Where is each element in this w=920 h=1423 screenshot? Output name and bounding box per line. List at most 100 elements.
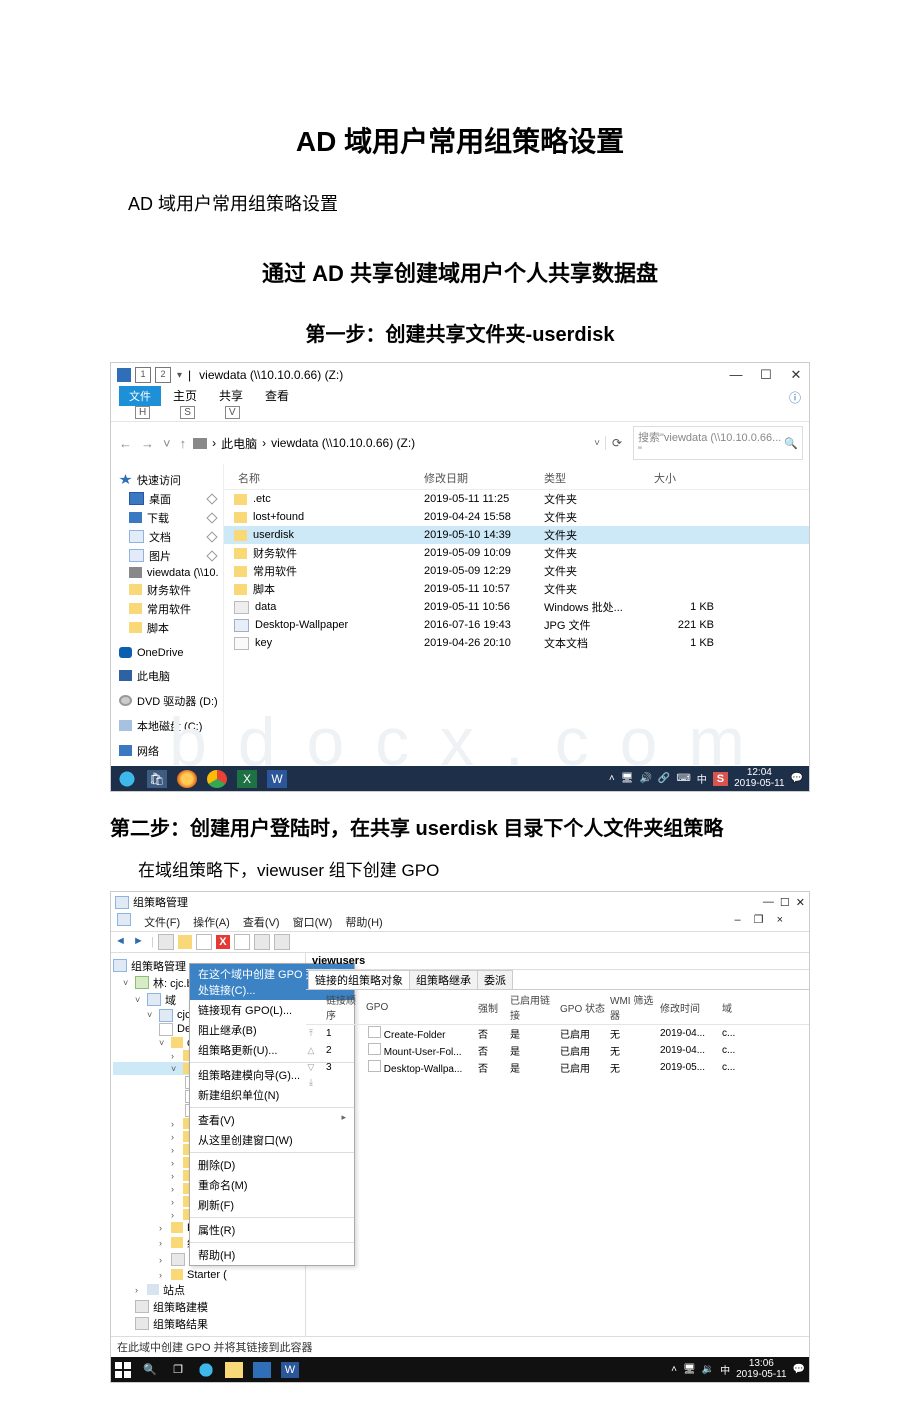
- col-gpo[interactable]: GPO: [366, 1002, 476, 1013]
- col-type[interactable]: 类型: [544, 470, 654, 486]
- crumb-drive[interactable]: viewdata (\\10.10.0.66) (Z:): [271, 436, 415, 450]
- gpo-row[interactable]: △ 2 Mount-User-Fol... 否 是 已启用 无 2019-04.…: [306, 1042, 809, 1059]
- tool-properties-icon[interactable]: [234, 934, 250, 950]
- file-row[interactable]: 常用软件2019-05-09 12:29文件夹: [224, 562, 809, 580]
- move-down-icon[interactable]: ▽: [306, 1062, 316, 1073]
- inner-min-button[interactable]: –: [734, 914, 740, 926]
- tray-sogou-icon[interactable]: S: [713, 772, 728, 786]
- refresh-button[interactable]: ⟳: [605, 436, 628, 450]
- taskbar-excel-icon[interactable]: X: [237, 770, 257, 788]
- tray-network-icon[interactable]: 🖥: [621, 773, 634, 784]
- taskbar-store-icon[interactable]: 🛍: [147, 770, 167, 788]
- file-row[interactable]: 财务软件2019-05-09 10:09文件夹: [224, 544, 809, 562]
- tool-new-icon[interactable]: [196, 934, 212, 950]
- tab-delegation[interactable]: 委派: [477, 970, 513, 989]
- menu-help[interactable]: 帮助(H): [345, 917, 382, 929]
- col-name[interactable]: 名称: [224, 470, 424, 486]
- col-wmi[interactable]: WMI 筛选器: [610, 992, 658, 1022]
- col-size[interactable]: 大小: [654, 470, 724, 486]
- gpo-row[interactable]: ⤒ 1 Create-Folder 否 是 已启用 无 2019-04... c…: [306, 1025, 809, 1042]
- col-order[interactable]: 链接顺序: [326, 992, 364, 1022]
- menu-file[interactable]: 文件(F): [144, 917, 180, 929]
- file-row[interactable]: data2019-05-11 10:56Windows 批处...1 KB: [224, 598, 809, 616]
- col-enforced[interactable]: 强制: [478, 1000, 508, 1015]
- gpmc-tree[interactable]: 组策略管理 ˅林: cjc.bns.cn ˅域 ˅cjc.bns.cn Defa…: [111, 953, 306, 1336]
- tool-show-icon[interactable]: [178, 935, 192, 949]
- tab-share[interactable]: 共享: [209, 385, 253, 406]
- taskbar-word-icon[interactable]: W: [281, 1362, 299, 1378]
- file-row[interactable]: .etc2019-05-11 11:25文件夹: [224, 490, 809, 508]
- taskbar-search-icon[interactable]: 🔍: [141, 1362, 159, 1378]
- tray-action-center-icon[interactable]: 💬: [791, 773, 803, 784]
- qat-2[interactable]: 2: [155, 367, 171, 383]
- maximize-button[interactable]: ☐: [780, 896, 790, 909]
- taskbar-chrome-icon[interactable]: [207, 770, 227, 788]
- tool-up-icon[interactable]: [158, 934, 174, 950]
- move-top-icon[interactable]: ⤒: [306, 1028, 316, 1039]
- minimize-button[interactable]: —: [763, 896, 774, 909]
- nav-recent-button[interactable]: ˅: [161, 436, 173, 451]
- nav-up-button[interactable]: ↑: [178, 436, 189, 451]
- tool-help-icon[interactable]: [274, 934, 290, 950]
- crumb-this-pc[interactable]: 此电脑: [221, 435, 257, 452]
- menu-window[interactable]: 窗口(W): [293, 917, 333, 929]
- nav-back-button[interactable]: ←: [117, 436, 134, 451]
- tray-volume-icon[interactable]: 🔊: [639, 773, 651, 784]
- file-row[interactable]: Desktop-Wallpaper2016-07-16 19:43JPG 文件2…: [224, 616, 809, 634]
- inner-close-button[interactable]: ×: [777, 914, 783, 926]
- nav-tree[interactable]: 快速访问 桌面 下载 文档 图片 viewdata (\\10.10. 财务软件…: [111, 464, 224, 766]
- tab-inheritance[interactable]: 组策略继承: [409, 970, 478, 989]
- taskbar-explorer-icon[interactable]: [225, 1362, 243, 1378]
- close-button[interactable]: ✕: [796, 896, 805, 909]
- taskbar[interactable]: 🔍 ❐ W ˄ 🖥 🔉 中 13:06 2019-05-11 💬: [111, 1357, 809, 1382]
- menubar[interactable]: 文件(F) 操作(A) 查看(V) 窗口(W) 帮助(H) – ❐ ×: [111, 912, 809, 931]
- tray-volume-icon[interactable]: 🔉: [702, 1364, 714, 1375]
- tray-up-icon[interactable]: ˄: [671, 1364, 677, 1375]
- taskbar-word-icon[interactable]: W: [267, 770, 287, 788]
- start-button[interactable]: [115, 1362, 131, 1378]
- close-button[interactable]: ✕: [789, 367, 803, 383]
- tool-forward-icon[interactable]: ►: [133, 935, 147, 949]
- col-enabled[interactable]: 已启用链接: [510, 992, 558, 1022]
- tray-clock[interactable]: 12:04 2019-05-11: [734, 768, 784, 789]
- tray-link-icon[interactable]: 🔗: [658, 773, 670, 784]
- tool-back-icon[interactable]: ◄: [115, 935, 129, 949]
- tray-keyboard-icon[interactable]: ⌨: [676, 773, 690, 784]
- taskbar-servermgr-icon[interactable]: [253, 1362, 271, 1378]
- toolbar[interactable]: ◄ ► | X: [111, 931, 809, 953]
- qat-dropdown-icon[interactable]: ▾: [175, 370, 184, 381]
- tab-view[interactable]: 查看: [255, 385, 299, 406]
- file-row[interactable]: 脚本2019-05-11 10:57文件夹: [224, 580, 809, 598]
- file-row[interactable]: lost+found2019-04-24 15:58文件夹: [224, 508, 809, 526]
- tool-delete-icon[interactable]: X: [216, 935, 230, 949]
- menu-view[interactable]: 查看(V): [243, 917, 280, 929]
- move-bottom-icon[interactable]: ⤓: [306, 1077, 316, 1088]
- col-modified[interactable]: 修改时间: [660, 1000, 720, 1015]
- tray-ime-icon[interactable]: 中: [697, 771, 707, 786]
- tray-network-icon[interactable]: 🖥: [683, 1364, 696, 1375]
- tray-clock[interactable]: 13:06 2019-05-11: [736, 1359, 786, 1380]
- tab-file[interactable]: 文件: [119, 386, 161, 406]
- file-list[interactable]: 名称 修改日期 类型 大小 .etc2019-05-11 11:25文件夹 lo…: [224, 464, 809, 766]
- address-dropdown-icon[interactable]: ˅: [594, 438, 600, 449]
- tab-home[interactable]: 主页: [163, 385, 207, 406]
- tray-up-icon[interactable]: ˄: [609, 773, 615, 784]
- taskbar[interactable]: 🛍 X W ˄ 🖥 🔊 🔗 ⌨ 中 S 12:04 2019-05-11 💬: [111, 766, 809, 791]
- file-row[interactable]: key2019-04-26 20:10文本文档1 KB: [224, 634, 809, 652]
- minimize-button[interactable]: —: [729, 367, 743, 383]
- file-row-selected[interactable]: userdisk2019-05-10 14:39文件夹: [224, 526, 809, 544]
- qat-1[interactable]: 1: [135, 367, 151, 383]
- inner-restore-button[interactable]: ❐: [754, 914, 764, 926]
- tool-refresh-icon[interactable]: [254, 934, 270, 950]
- col-status[interactable]: GPO 状态: [560, 1000, 608, 1015]
- taskbar-firefox-icon[interactable]: [177, 770, 197, 788]
- taskbar-ie-icon[interactable]: [197, 1362, 215, 1378]
- gpo-grid[interactable]: 链接顺序 GPO 强制 已启用链接 GPO 状态 WMI 筛选器 修改时间 域 …: [306, 990, 809, 1089]
- tray-action-center-icon[interactable]: 💬: [793, 1364, 805, 1375]
- search-input[interactable]: 搜索"viewdata (\\10.10.0.66... " 🔍: [633, 426, 803, 460]
- tray-ime-icon[interactable]: 中: [720, 1362, 730, 1377]
- col-domain[interactable]: 域: [722, 1000, 742, 1015]
- col-date[interactable]: 修改日期: [424, 470, 544, 486]
- gpo-row[interactable]: ▽ 3 Desktop-Wallpa... 否 是 已启用 无 2019-05.…: [306, 1059, 809, 1076]
- ribbon-help-icon[interactable]: ⓘ: [789, 389, 809, 406]
